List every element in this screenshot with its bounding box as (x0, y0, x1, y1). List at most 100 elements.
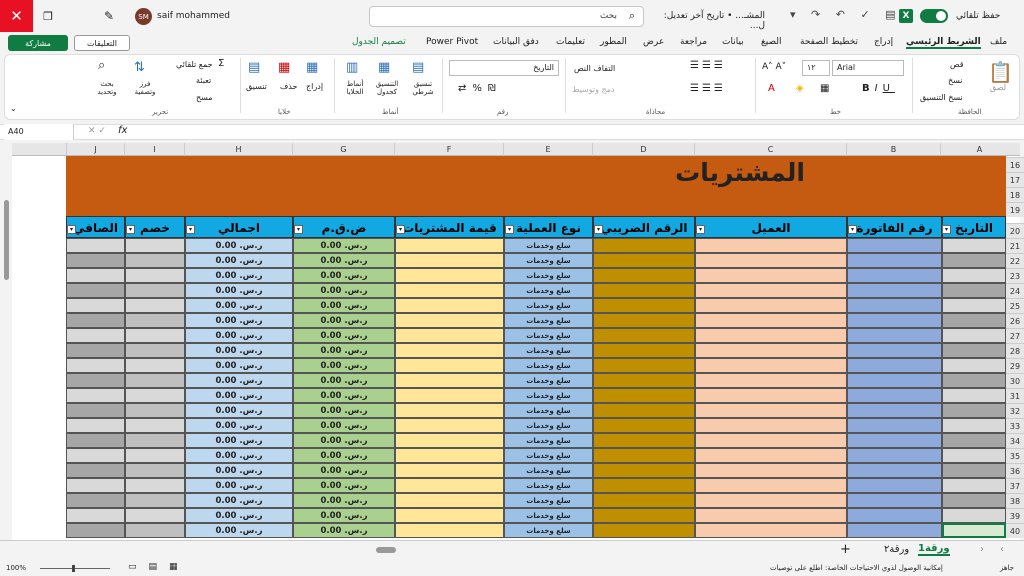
operation-type-cell[interactable]: سلع وخدمات (504, 523, 593, 538)
tab-page-layout[interactable]: تخطيط الصفحة (800, 37, 858, 47)
row-header[interactable]: 34 (1006, 433, 1024, 448)
sort-filter-button[interactable]: فرز وتصفية (130, 80, 160, 96)
tax-no-cell[interactable] (593, 298, 695, 313)
date-cell[interactable] (942, 388, 1006, 403)
purchase-value-cell[interactable] (395, 343, 504, 358)
total-cell[interactable]: ر.س. 0.00 (185, 478, 293, 493)
scroll-left-icon[interactable]: ‹ (1000, 544, 1004, 555)
comments-button[interactable]: التعليقات (74, 35, 130, 51)
filter-dropdown-icon[interactable]: ▾ (67, 225, 76, 234)
operation-type-cell[interactable]: سلع وخدمات (504, 253, 593, 268)
purchase-value-cell[interactable] (395, 313, 504, 328)
date-cell[interactable] (942, 283, 1006, 298)
filter-dropdown-icon[interactable]: ▾ (594, 225, 603, 234)
tax-no-cell[interactable] (593, 493, 695, 508)
customer-cell[interactable] (695, 283, 847, 298)
row-header[interactable]: 39 (1006, 508, 1024, 523)
discount-cell[interactable] (125, 328, 185, 343)
font-name-select[interactable]: Arial (832, 60, 904, 76)
discount-cell[interactable] (125, 298, 185, 313)
cell-styles-button[interactable]: أنماط الخلايا (340, 80, 370, 96)
avatar[interactable]: SM (135, 8, 152, 25)
net-cell[interactable] (66, 373, 125, 388)
date-cell[interactable] (942, 478, 1006, 493)
discount-cell[interactable] (125, 313, 185, 328)
insert-function-icon[interactable]: fx (118, 125, 127, 136)
operation-type-cell[interactable]: سلع وخدمات (504, 313, 593, 328)
total-cell[interactable]: ر.س. 0.00 (185, 283, 293, 298)
font-size-select[interactable]: ١٢ (802, 60, 830, 76)
vat-cell[interactable]: ر.س. 0.00 (293, 448, 395, 463)
filter-dropdown-icon[interactable]: ▾ (848, 225, 857, 234)
total-cell[interactable]: ر.س. 0.00 (185, 418, 293, 433)
discount-cell[interactable] (125, 253, 185, 268)
header-tax-no[interactable]: الرقم الضريبي (593, 216, 695, 238)
invoice-cell[interactable] (847, 433, 942, 448)
row-header[interactable]: 17 (1006, 172, 1024, 187)
vat-cell[interactable]: ر.س. 0.00 (293, 238, 395, 253)
purchase-value-cell[interactable] (395, 253, 504, 268)
copy-button[interactable]: نسخ (948, 76, 963, 85)
purchase-value-cell[interactable] (395, 523, 504, 538)
formula-cancel-confirm-icons[interactable]: ✕ ✓ (88, 126, 106, 136)
column-header-f[interactable]: F (394, 143, 503, 156)
tax-no-cell[interactable] (593, 508, 695, 523)
date-cell[interactable] (942, 268, 1006, 283)
row-header[interactable]: 36 (1006, 463, 1024, 478)
discount-cell[interactable] (125, 463, 185, 478)
operation-type-cell[interactable]: سلع وخدمات (504, 403, 593, 418)
row-header[interactable]: 38 (1006, 493, 1024, 508)
vat-cell[interactable]: ر.س. 0.00 (293, 463, 395, 478)
total-cell[interactable]: ر.س. 0.00 (185, 508, 293, 523)
date-cell[interactable] (942, 508, 1006, 523)
row-header[interactable]: 28 (1006, 343, 1024, 358)
total-cell[interactable]: ر.س. 0.00 (185, 238, 293, 253)
column-header-e[interactable]: E (503, 143, 592, 156)
search-input[interactable]: بحث ⌕ (369, 6, 644, 27)
tax-no-cell[interactable] (593, 253, 695, 268)
purchase-value-cell[interactable] (395, 493, 504, 508)
tab-view[interactable]: عرض (643, 37, 664, 47)
date-cell[interactable] (942, 463, 1006, 478)
column-header-b[interactable]: B (846, 143, 940, 156)
operation-type-cell[interactable]: سلع وخدمات (504, 343, 593, 358)
invoice-cell[interactable] (847, 283, 942, 298)
highlight-icon[interactable]: ◈ (796, 83, 804, 94)
tab-power-pivot[interactable]: Power Pivot (426, 37, 478, 47)
total-cell[interactable]: ر.س. 0.00 (185, 463, 293, 478)
discount-cell[interactable] (125, 268, 185, 283)
date-cell[interactable] (942, 238, 1006, 253)
column-header-g[interactable]: G (292, 143, 394, 156)
find-select-button[interactable]: بحث وتحديد (92, 80, 122, 96)
vat-cell[interactable]: ر.س. 0.00 (293, 313, 395, 328)
discount-cell[interactable] (125, 418, 185, 433)
discount-cell[interactable] (125, 343, 185, 358)
name-box[interactable]: A40 (4, 124, 74, 140)
invoice-cell[interactable] (847, 343, 942, 358)
total-cell[interactable]: ر.س. 0.00 (185, 403, 293, 418)
net-cell[interactable] (66, 508, 125, 523)
date-cell[interactable] (942, 373, 1006, 388)
operation-type-cell[interactable]: سلع وخدمات (504, 268, 593, 283)
header-vat[interactable]: ض.ق.م (293, 216, 395, 238)
purchase-value-cell[interactable] (395, 463, 504, 478)
operation-type-cell[interactable]: سلع وخدمات (504, 493, 593, 508)
sheet-tab-2[interactable]: ورقة٢ (884, 544, 909, 555)
invoice-cell[interactable] (847, 268, 942, 283)
date-cell[interactable] (942, 418, 1006, 433)
clear-button[interactable]: مسح (196, 93, 213, 102)
document-title[interactable]: المشـ... • تاريخ آخر تعديل: ل... (655, 11, 765, 31)
font-size-buttons[interactable]: A˄ A˅ (762, 62, 786, 72)
purchase-value-cell[interactable] (395, 418, 504, 433)
filter-dropdown-icon[interactable]: ▾ (696, 225, 705, 234)
discount-cell[interactable] (125, 523, 185, 538)
conditional-format-button[interactable]: تنسيق شرطي (408, 80, 438, 96)
vat-cell[interactable]: ر.س. 0.00 (293, 283, 395, 298)
vat-cell[interactable]: ر.س. 0.00 (293, 433, 395, 448)
format-cells-button[interactable]: تنسيق (246, 82, 267, 91)
tax-no-cell[interactable] (593, 463, 695, 478)
customer-cell[interactable] (695, 523, 847, 538)
row-header[interactable]: 19 (1006, 202, 1024, 217)
close-window-button[interactable]: ✕ (0, 0, 33, 32)
filter-dropdown-icon[interactable]: ▾ (396, 225, 405, 234)
